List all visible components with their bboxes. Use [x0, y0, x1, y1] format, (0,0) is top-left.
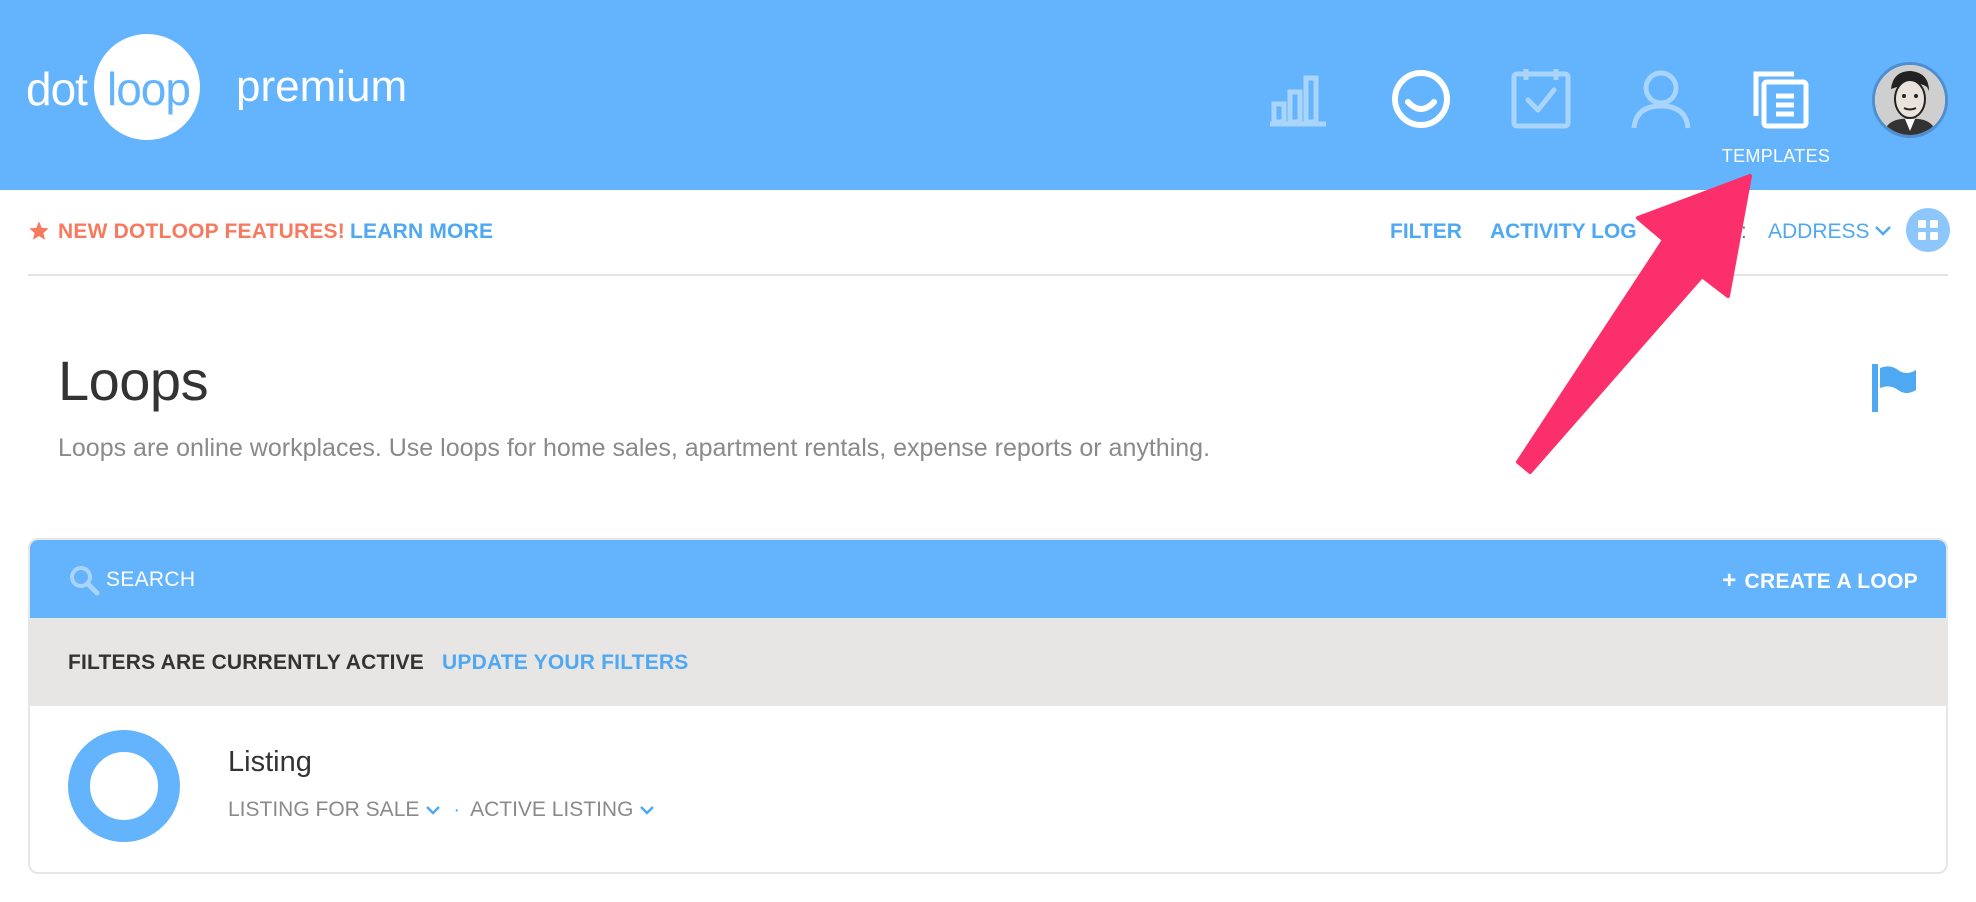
search-icon [70, 566, 100, 596]
logo-loop-text: loop [107, 63, 191, 115]
create-loop-button[interactable]: + CREATE A LOOP [1722, 567, 1918, 595]
loop-type-dropdown[interactable]: LISTING FOR SALE [228, 798, 449, 822]
sort-by-dropdown[interactable]: ADDRESS [1768, 220, 1870, 244]
tasks-icon[interactable] [1508, 66, 1574, 132]
loop-status-ring-icon [68, 730, 180, 842]
sub-toolbar: NEW DOTLOOP FEATURES! LEARN MORE FILTER … [28, 190, 1950, 276]
flag-icon[interactable] [1870, 362, 1920, 414]
dotloop-smile-icon[interactable] [1388, 66, 1454, 132]
top-header: dot loop premium TEMPLATES [0, 0, 1976, 190]
loop-name[interactable]: Listing [228, 746, 312, 779]
chevron-down-icon [426, 806, 441, 815]
logo-premium-text: premium [236, 62, 408, 111]
sort-by-label: Y: [1728, 220, 1747, 243]
chevron-down-icon [640, 806, 655, 815]
templates-icon[interactable] [1748, 66, 1814, 132]
filters-active-text: FILTERS ARE CURRENTLY ACTIVE [68, 651, 425, 674]
user-avatar[interactable] [1872, 62, 1948, 138]
new-features-text: NEW DOTLOOP FEATURES! [58, 220, 345, 243]
dotloop-logo[interactable]: dot loop premium [26, 34, 408, 142]
plus-icon: + [1722, 567, 1737, 594]
loop-status-dropdown[interactable]: ACTIVE LISTING [470, 798, 663, 822]
separator-dot: · [453, 798, 461, 821]
grid-view-button[interactable] [1906, 208, 1950, 252]
learn-more-link[interactable]: LEARN MORE [350, 220, 493, 244]
grid-icon [1918, 220, 1938, 240]
list-item[interactable]: Listing LISTING FOR SALE · ACTIVE LISTIN… [30, 706, 1946, 872]
star-icon [29, 221, 49, 240]
filters-banner: FILTERS ARE CURRENTLY ACTIVE UPDATE YOUR… [30, 618, 1946, 706]
loops-panel-header: SEARCH + CREATE A LOOP [30, 540, 1946, 618]
page-title: Loops [58, 349, 209, 412]
loop-meta: LISTING FOR SALE · ACTIVE LISTING [228, 798, 663, 822]
profile-icon[interactable] [1628, 66, 1694, 132]
templates-label[interactable]: TEMPLATES [1718, 146, 1834, 167]
filter-link[interactable]: FILTER [1390, 220, 1462, 244]
create-loop-label: CREATE A LOOP [1744, 570, 1918, 593]
loop-status-label: ACTIVE LISTING [470, 798, 634, 821]
search-input[interactable]: SEARCH [106, 568, 195, 592]
loops-panel: SEARCH + CREATE A LOOP FILTERS ARE CURREN… [28, 538, 1948, 874]
activity-log-link[interactable]: ACTIVITY LOG [1490, 220, 1637, 244]
loop-type-label: LISTING FOR SALE [228, 798, 420, 821]
reports-icon[interactable] [1266, 66, 1332, 132]
page-subtitle: Loops are online workplaces. Use loops f… [58, 434, 1211, 462]
logo-dot-text: dot [26, 63, 88, 115]
chevron-down-icon[interactable] [1874, 224, 1892, 238]
update-filters-link[interactable]: UPDATE YOUR FILTERS [442, 651, 688, 675]
